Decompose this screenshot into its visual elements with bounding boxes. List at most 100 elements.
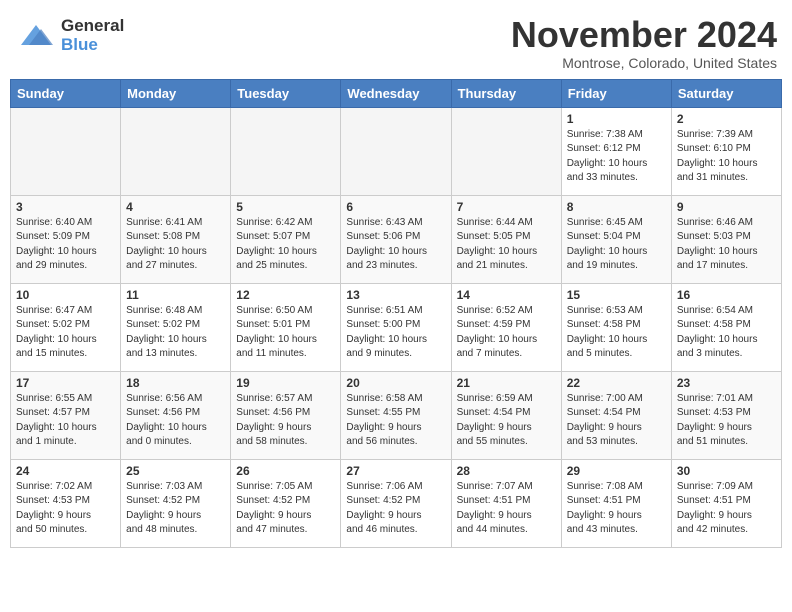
day-info: Sunrise: 6:57 AMSunset: 4:56 PMDaylight:… [236,392,335,450]
calendar-cell: 28 Sunrise: 7:07 AMSunset: 4:51 PMDayligh… [451,459,561,547]
day-info: Sunrise: 6:56 AMSunset: 4:56 PMDaylight:… [126,392,225,450]
day-number: 11 [126,288,225,302]
weekday-header-tuesday: Tuesday [231,79,341,107]
day-info: Sunrise: 6:51 AMSunset: 5:00 PMDaylight:… [346,304,445,362]
day-number: 15 [567,288,666,302]
day-number: 17 [16,376,115,390]
day-number: 29 [567,464,666,478]
day-info: Sunrise: 6:54 AMSunset: 4:58 PMDaylight:… [677,304,776,362]
day-info: Sunrise: 6:48 AMSunset: 5:02 PMDaylight:… [126,304,225,362]
calendar-cell: 15 Sunrise: 6:53 AMSunset: 4:58 PMDayligh… [561,283,671,371]
calendar-cell: 27Sunrise: 7:06 AMSunset: 4:52 PMDayligh… [341,459,451,547]
day-info: Sunrise: 7:08 AMSunset: 4:51 PMDaylight:… [567,480,666,538]
day-info: Sunrise: 6:46 AMSunset: 5:03 PMDaylight:… [677,216,776,274]
calendar-cell: 14 Sunrise: 6:52 AMSunset: 4:59 PMDayligh… [451,283,561,371]
weekday-header-saturday: Saturday [671,79,781,107]
calendar-cell: 5 Sunrise: 6:42 AMSunset: 5:07 PMDaylight… [231,195,341,283]
day-number: 27 [346,464,445,478]
calendar-cell [11,107,121,195]
day-info: Sunrise: 7:03 AMSunset: 4:52 PMDaylight:… [126,480,225,538]
day-info: Sunrise: 6:42 AMSunset: 5:07 PMDaylight:… [236,216,335,274]
day-info: Sunrise: 7:05 AMSunset: 4:52 PMDaylight:… [236,480,335,538]
calendar-cell: 29 Sunrise: 7:08 AMSunset: 4:51 PMDayligh… [561,459,671,547]
day-info: Sunrise: 6:53 AMSunset: 4:58 PMDaylight:… [567,304,666,362]
calendar-cell: 16Sunrise: 6:54 AMSunset: 4:58 PMDayligh… [671,283,781,371]
day-number: 13 [346,288,445,302]
header: General Blue November 2024 Montrose, Col… [10,10,782,71]
day-number: 24 [16,464,115,478]
day-info: Sunrise: 6:43 AMSunset: 5:06 PMDaylight:… [346,216,445,274]
day-number: 28 [457,464,556,478]
day-number: 12 [236,288,335,302]
calendar-cell: 10Sunrise: 6:47 AMSunset: 5:02 PMDayligh… [11,283,121,371]
calendar-cell: 11 Sunrise: 6:48 AMSunset: 5:02 PMDayligh… [121,283,231,371]
day-number: 23 [677,376,776,390]
day-number: 14 [457,288,556,302]
page: General Blue November 2024 Montrose, Col… [0,0,792,558]
title-block: November 2024 Montrose, Colorado, United… [511,15,777,71]
day-number: 9 [677,200,776,214]
day-number: 5 [236,200,335,214]
weekday-header-friday: Friday [561,79,671,107]
day-number: 7 [457,200,556,214]
calendar-cell: 18Sunrise: 6:56 AMSunset: 4:56 PMDayligh… [121,371,231,459]
logo-general-text: General [61,17,124,36]
day-info: Sunrise: 6:41 AMSunset: 5:08 PMDaylight:… [126,216,225,274]
location: Montrose, Colorado, United States [511,55,777,71]
day-number: 21 [457,376,556,390]
day-number: 4 [126,200,225,214]
day-number: 20 [346,376,445,390]
calendar: SundayMondayTuesdayWednesdayThursdayFrid… [10,79,782,548]
logo: General Blue [15,15,124,57]
weekday-header-sunday: Sunday [11,79,121,107]
day-info: Sunrise: 6:58 AMSunset: 4:55 PMDaylight:… [346,392,445,450]
week-row-4: 24 Sunrise: 7:02 AMSunset: 4:53 PMDayligh… [11,459,782,547]
week-row-0: 1 Sunrise: 7:38 AMSunset: 6:12 PMDaylight… [11,107,782,195]
week-row-2: 10Sunrise: 6:47 AMSunset: 5:02 PMDayligh… [11,283,782,371]
calendar-cell: 2Sunrise: 7:39 AMSunset: 6:10 PMDaylight… [671,107,781,195]
calendar-cell [121,107,231,195]
day-number: 26 [236,464,335,478]
calendar-cell: 12Sunrise: 6:50 AMSunset: 5:01 PMDayligh… [231,283,341,371]
day-info: Sunrise: 7:00 AMSunset: 4:54 PMDaylight:… [567,392,666,450]
day-info: Sunrise: 6:59 AMSunset: 4:54 PMDaylight:… [457,392,556,450]
day-number: 2 [677,112,776,126]
day-number: 22 [567,376,666,390]
calendar-cell: 25Sunrise: 7:03 AMSunset: 4:52 PMDayligh… [121,459,231,547]
calendar-cell: 13 Sunrise: 6:51 AMSunset: 5:00 PMDayligh… [341,283,451,371]
week-row-3: 17Sunrise: 6:55 AMSunset: 4:57 PMDayligh… [11,371,782,459]
logo-words: General Blue [61,17,124,54]
calendar-cell: 20 Sunrise: 6:58 AMSunset: 4:55 PMDayligh… [341,371,451,459]
calendar-cell: 26 Sunrise: 7:05 AMSunset: 4:52 PMDayligh… [231,459,341,547]
calendar-cell: 6 Sunrise: 6:43 AMSunset: 5:06 PMDaylight… [341,195,451,283]
calendar-cell [231,107,341,195]
weekday-header-wednesday: Wednesday [341,79,451,107]
calendar-cell: 1 Sunrise: 7:38 AMSunset: 6:12 PMDaylight… [561,107,671,195]
day-info: Sunrise: 6:47 AMSunset: 5:02 PMDaylight:… [16,304,115,362]
day-info: Sunrise: 6:40 AMSunset: 5:09 PMDaylight:… [16,216,115,274]
calendar-cell [341,107,451,195]
calendar-cell: 23 Sunrise: 7:01 AMSunset: 4:53 PMDayligh… [671,371,781,459]
calendar-cell: 21 Sunrise: 6:59 AMSunset: 4:54 PMDayligh… [451,371,561,459]
day-number: 3 [16,200,115,214]
day-number: 19 [236,376,335,390]
calendar-cell: 4 Sunrise: 6:41 AMSunset: 5:08 PMDaylight… [121,195,231,283]
calendar-cell: 22 Sunrise: 7:00 AMSunset: 4:54 PMDayligh… [561,371,671,459]
calendar-cell: 17Sunrise: 6:55 AMSunset: 4:57 PMDayligh… [11,371,121,459]
day-number: 1 [567,112,666,126]
week-row-1: 3 Sunrise: 6:40 AMSunset: 5:09 PMDaylight… [11,195,782,283]
day-number: 6 [346,200,445,214]
day-info: Sunrise: 7:01 AMSunset: 4:53 PMDaylight:… [677,392,776,450]
day-number: 8 [567,200,666,214]
weekday-header-thursday: Thursday [451,79,561,107]
day-info: Sunrise: 6:52 AMSunset: 4:59 PMDaylight:… [457,304,556,362]
logo-blue-text: Blue [61,36,124,55]
weekday-header-monday: Monday [121,79,231,107]
calendar-cell [451,107,561,195]
day-info: Sunrise: 7:07 AMSunset: 4:51 PMDaylight:… [457,480,556,538]
calendar-cell: 7Sunrise: 6:44 AMSunset: 5:05 PMDaylight… [451,195,561,283]
day-info: Sunrise: 7:02 AMSunset: 4:53 PMDaylight:… [16,480,115,538]
day-info: Sunrise: 7:38 AMSunset: 6:12 PMDaylight:… [567,128,666,186]
logo-icon [15,15,57,57]
month-title: November 2024 [511,15,777,55]
